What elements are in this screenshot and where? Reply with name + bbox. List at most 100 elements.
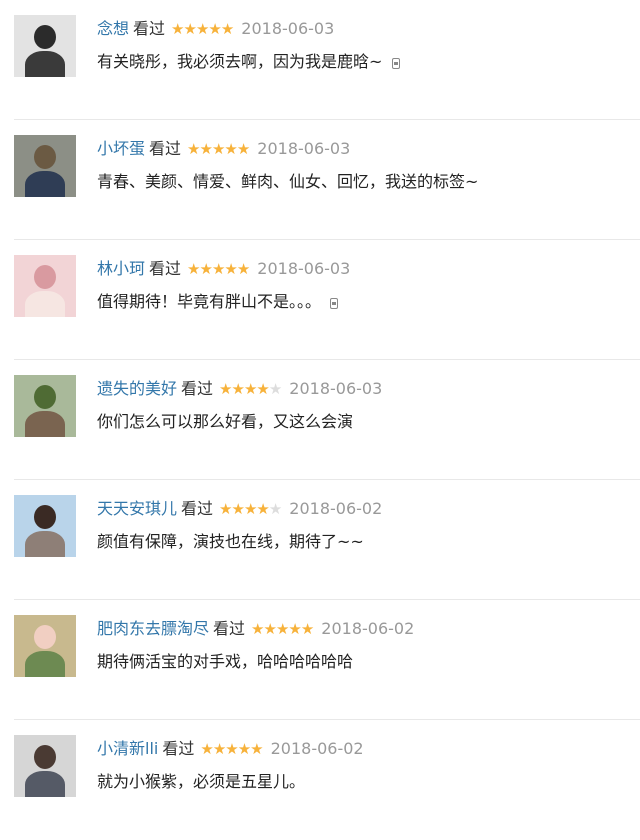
comment-meta: 肥肉东去膘淘尽 看过 ★★★★★ 2018-06-02 xyxy=(97,617,414,641)
avatar[interactable] xyxy=(14,15,76,77)
star-filled-icon: ★ xyxy=(236,140,250,158)
comment-text-row: 青春、美颜、情爱、鲜肉、仙女、回忆，我送的标签~ xyxy=(97,170,478,194)
star-filled-icon: ★ xyxy=(243,500,257,518)
comment-text: 你们怎么可以那么好看，又这么会演 xyxy=(97,412,354,431)
watch-status: 看过 xyxy=(181,379,214,398)
star-filled-icon: ★ xyxy=(263,620,276,638)
star-empty-icon: ★ xyxy=(268,380,282,398)
comment-text: 值得期待！毕竟有胖山不是。。。 xyxy=(97,292,322,311)
star-filled-icon: ★ xyxy=(211,140,225,158)
star-filled-icon: ★ xyxy=(187,140,200,158)
comment-text-row: 颜值有保障，演技也在线，期待了~~ xyxy=(97,530,364,554)
rating-stars: ★★★★★ xyxy=(251,617,314,641)
comment-meta: 天天安琪儿 看过 ★★★★★ 2018-06-02 xyxy=(97,497,382,521)
comment-item: 小坏蛋 看过 ★★★★★ 2018-06-03 青春、美颜、情爱、鲜肉、仙女、回忆，我… xyxy=(14,120,640,240)
avatar-figure-head xyxy=(34,385,56,409)
star-filled-icon: ★ xyxy=(250,740,263,758)
rating-stars: ★★★★★ xyxy=(219,497,282,521)
comment-item: 小清新lli 看过 ★★★★★ 2018-06-02 就为小猴紫，必须是五星儿。 xyxy=(14,720,640,840)
comment-date: 2018-06-02 xyxy=(270,739,364,758)
avatar-figure-body xyxy=(25,411,65,437)
star-filled-icon: ★ xyxy=(225,740,238,758)
watch-status: 看过 xyxy=(133,19,166,38)
watch-status: 看过 xyxy=(149,259,182,278)
star-filled-icon: ★ xyxy=(231,380,244,398)
comment-text-row: 你们怎么可以那么好看，又这么会演 xyxy=(97,410,353,434)
watch-status: 看过 xyxy=(181,499,214,518)
comment-meta: 小坏蛋 看过 ★★★★★ 2018-06-03 xyxy=(97,137,350,161)
star-filled-icon: ★ xyxy=(211,260,225,278)
watch-status: 看过 xyxy=(149,139,182,158)
star-filled-icon: ★ xyxy=(300,620,314,638)
star-filled-icon: ★ xyxy=(199,260,212,278)
avatar[interactable] xyxy=(14,495,76,557)
comment-meta: 林小珂 看过 ★★★★★ 2018-06-03 xyxy=(97,257,350,281)
comment-date: 2018-06-02 xyxy=(321,619,415,638)
avatar-figure-head xyxy=(34,265,56,289)
watch-status: 看过 xyxy=(213,619,246,638)
star-filled-icon: ★ xyxy=(187,260,200,278)
user-name-link[interactable]: 小坏蛋 xyxy=(97,139,145,158)
user-name-link[interactable]: 小清新lli xyxy=(97,739,158,758)
avatar-figure-body xyxy=(25,51,65,77)
avatar-figure-head xyxy=(34,505,56,529)
avatar-figure-head xyxy=(34,625,56,649)
comment-meta: 念想 看过 ★★★★★ 2018-06-03 xyxy=(97,17,334,41)
avatar[interactable] xyxy=(14,615,76,677)
rating-stars: ★★★★★ xyxy=(187,257,250,281)
comment-date: 2018-06-03 xyxy=(289,379,383,398)
star-filled-icon: ★ xyxy=(212,740,226,758)
avatar[interactable] xyxy=(14,255,76,317)
comment-text: 期待俩活宝的对手戏，哈哈哈哈哈哈 xyxy=(97,652,354,671)
user-name-link[interactable]: 念想 xyxy=(97,19,129,38)
star-filled-icon: ★ xyxy=(199,140,212,158)
avatar[interactable] xyxy=(14,135,76,197)
star-filled-icon: ★ xyxy=(220,20,234,38)
comment-text-row: 有关晓彤，我必须去啊，因为我是鹿晗~ xyxy=(97,50,400,74)
star-filled-icon: ★ xyxy=(219,500,232,518)
rating-stars: ★★★★★ xyxy=(187,137,250,161)
avatar[interactable] xyxy=(14,735,76,797)
star-filled-icon: ★ xyxy=(256,500,269,518)
star-filled-icon: ★ xyxy=(183,20,196,38)
star-filled-icon: ★ xyxy=(224,140,237,158)
comment-meta: 小清新lli 看过 ★★★★★ 2018-06-02 xyxy=(97,737,364,761)
star-empty-icon: ★ xyxy=(268,500,282,518)
star-filled-icon: ★ xyxy=(236,260,250,278)
expand-comment-icon[interactable] xyxy=(330,298,339,309)
watch-status: 看过 xyxy=(162,739,195,758)
star-filled-icon: ★ xyxy=(231,500,244,518)
comment-text: 有关晓彤，我必须去啊，因为我是鹿晗~ xyxy=(97,52,383,71)
comment-text: 青春、美颜、情爱、鲜肉、仙女、回忆，我送的标签~ xyxy=(97,172,479,191)
star-filled-icon: ★ xyxy=(171,20,184,38)
rating-stars: ★★★★★ xyxy=(219,377,282,401)
avatar-figure-body xyxy=(25,291,65,317)
comment-item: 遗失的美好 看过 ★★★★★ 2018-06-03 你们怎么可以那么好看，又这么会演 xyxy=(14,360,640,480)
rating-stars: ★★★★★ xyxy=(200,737,263,761)
avatar-figure-head xyxy=(34,25,56,49)
star-filled-icon: ★ xyxy=(208,20,221,38)
comment-text: 颜值有保障，演技也在线，期待了~~ xyxy=(97,532,364,551)
comment-date: 2018-06-03 xyxy=(241,19,335,38)
user-name-link[interactable]: 林小珂 xyxy=(97,259,145,278)
star-filled-icon: ★ xyxy=(251,620,264,638)
comment-text: 就为小猴紫，必须是五星儿。 xyxy=(97,772,306,791)
star-filled-icon: ★ xyxy=(243,380,257,398)
user-name-link[interactable]: 肥肉东去膘淘尽 xyxy=(97,619,209,638)
comment-text-row: 就为小猴紫，必须是五星儿。 xyxy=(97,770,305,794)
expand-comment-icon[interactable] xyxy=(391,58,400,69)
comment-date: 2018-06-03 xyxy=(257,139,351,158)
user-name-link[interactable]: 遗失的美好 xyxy=(97,379,177,398)
star-filled-icon: ★ xyxy=(195,20,209,38)
avatar-figure-body xyxy=(25,771,65,797)
comment-text-row: 期待俩活宝的对手戏，哈哈哈哈哈哈 xyxy=(97,650,353,674)
avatar[interactable] xyxy=(14,375,76,437)
user-name-link[interactable]: 天天安琪儿 xyxy=(97,499,177,518)
avatar-figure-body xyxy=(25,651,65,677)
comment-meta: 遗失的美好 看过 ★★★★★ 2018-06-03 xyxy=(97,377,382,401)
comment-item: 天天安琪儿 看过 ★★★★★ 2018-06-02 颜值有保障，演技也在线，期待了~~ xyxy=(14,480,640,600)
rating-stars: ★★★★★ xyxy=(171,17,234,41)
star-filled-icon: ★ xyxy=(219,380,232,398)
comment-date: 2018-06-02 xyxy=(289,499,383,518)
star-filled-icon: ★ xyxy=(288,620,301,638)
